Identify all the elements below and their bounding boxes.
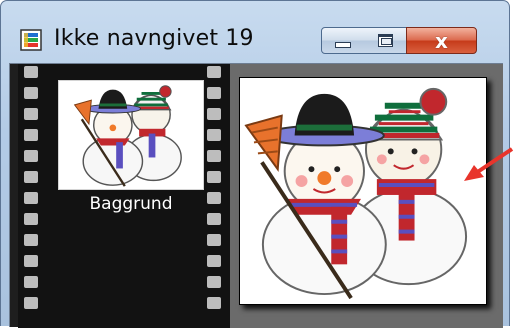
image-document-icon	[20, 29, 42, 51]
document-area: Baggrund	[9, 63, 503, 328]
close-button[interactable]: x	[406, 27, 477, 54]
layer-name-label[interactable]: Baggrund	[58, 194, 204, 214]
filmstrip-holes-left	[22, 66, 40, 328]
snowmen-thumbnail-image	[73, 85, 182, 187]
close-icon: x	[435, 28, 448, 53]
maximize-icon	[377, 34, 393, 47]
image-canvas[interactable]	[239, 77, 487, 305]
filmstrip-holes-right	[205, 66, 223, 328]
minimize-button[interactable]	[321, 27, 365, 54]
canvas-area[interactable]	[230, 64, 503, 328]
minimize-icon	[335, 41, 351, 48]
layer-thumbnail[interactable]	[58, 80, 204, 190]
window-title: Ikke navngivet 19	[54, 26, 254, 51]
snowmen-image	[244, 87, 468, 300]
red-arrow-icon	[464, 147, 514, 181]
app-window: Ikke navngivet 19 x Baggrund	[0, 0, 510, 328]
layer-panel: Baggrund	[18, 64, 231, 328]
maximize-button[interactable]	[364, 27, 407, 54]
title-bar[interactable]: Ikke navngivet 19 x	[1, 1, 509, 61]
